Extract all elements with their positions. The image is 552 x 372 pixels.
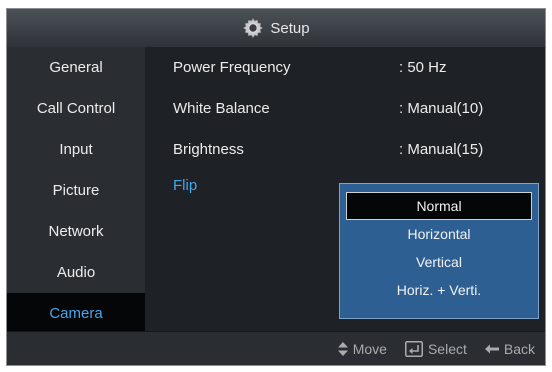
up-down-arrows-icon — [337, 341, 348, 356]
select-hint: Select — [404, 340, 467, 357]
move-hint: Move — [337, 340, 387, 357]
brightness-label: Brightness — [173, 141, 244, 158]
back-hint: Back — [484, 340, 535, 357]
sidebar-item-audio[interactable]: Audio — [7, 252, 145, 293]
select-hint-label: Select — [427, 340, 467, 357]
brightness-row[interactable]: Brightness : Manual(15) — [173, 129, 533, 170]
white-balance-value: : Manual(10) — [399, 100, 484, 117]
flip-label: Flip — [173, 177, 198, 194]
power-frequency-row[interactable]: Power Frequency : 50 Hz — [173, 47, 533, 88]
setup-window: Setup General Call Control Input Picture… — [6, 8, 546, 366]
sidebar-item-general[interactable]: General — [7, 47, 145, 88]
power-frequency-value: : 50 Hz — [399, 59, 447, 76]
back-arrow-icon — [484, 344, 499, 354]
sidebar-item-camera[interactable]: Camera — [7, 293, 145, 334]
enter-icon — [404, 340, 423, 357]
flip-option-horiz-verti[interactable]: Horiz. + Verti. — [346, 276, 532, 304]
gear-icon — [242, 17, 264, 39]
white-balance-row[interactable]: White Balance : Manual(10) — [173, 88, 533, 129]
brightness-value: : Manual(15) — [399, 141, 484, 158]
flip-option-horizontal[interactable]: Horizontal — [346, 220, 532, 248]
camera-settings-panel: Power Frequency : 50 Hz White Balance : … — [145, 47, 545, 341]
power-frequency-label: Power Frequency — [173, 59, 291, 76]
flip-option-normal[interactable]: Normal — [346, 192, 532, 220]
page-title: Setup — [270, 19, 310, 37]
flip-option-vertical[interactable]: Vertical — [346, 248, 532, 276]
title-bar: Setup — [7, 9, 545, 48]
back-hint-label: Back — [503, 340, 535, 357]
sidebar-item-picture[interactable]: Picture — [7, 170, 145, 211]
sidebar-item-input[interactable]: Input — [7, 129, 145, 170]
sidebar: General Call Control Input Picture Netwo… — [7, 47, 145, 341]
move-hint-label: Move — [352, 340, 387, 357]
sidebar-item-network[interactable]: Network — [7, 211, 145, 252]
sidebar-item-call-control[interactable]: Call Control — [7, 88, 145, 129]
flip-dropdown[interactable]: Normal Horizontal Vertical Horiz. + Vert… — [339, 183, 539, 319]
footer-hints: Move Select Back — [7, 331, 545, 365]
white-balance-label: White Balance — [173, 100, 270, 117]
